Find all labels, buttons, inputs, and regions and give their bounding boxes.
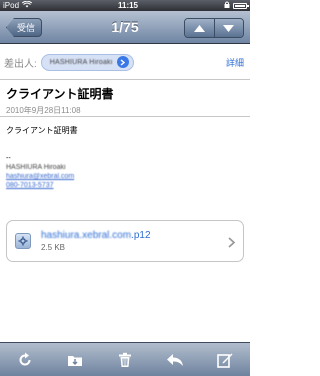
refresh-button[interactable]	[13, 348, 37, 372]
chevron-down-icon	[223, 24, 235, 32]
compose-icon	[217, 353, 233, 368]
gear-icon	[15, 233, 31, 249]
message-nav-control	[184, 18, 244, 38]
signature-separator: --	[6, 155, 11, 162]
attachment-filename: hashiura.xebral.com.p12	[41, 230, 151, 241]
status-right	[224, 1, 249, 10]
status-left: iPod	[3, 0, 33, 10]
sender-name: HASHIURA Hiroaki	[49, 58, 113, 66]
move-to-folder-button[interactable]	[63, 348, 87, 372]
attachment-text: hashiura.xebral.com.p12 2.5 KB	[41, 230, 151, 252]
reply-button[interactable]	[163, 348, 187, 372]
signature: -- HASHIURA Hiroaki hashiura@xebral.com …	[6, 154, 244, 190]
attachment-size: 2.5 KB	[41, 243, 66, 252]
reply-arrow-icon	[167, 353, 183, 366]
refresh-icon	[19, 352, 31, 365]
carrier-label: iPod	[3, 1, 20, 10]
attachment-item[interactable]: hashiura.xebral.com.p12 2.5 KB	[6, 220, 244, 262]
sender-row: 差出人: HASHIURA Hiroaki 詳細	[0, 45, 250, 80]
navigation-bar: 受信 1/75	[0, 11, 250, 44]
signature-phone-link[interactable]: 080-7013-5737	[6, 181, 244, 190]
wifi-icon	[21, 0, 33, 10]
attachment-filename-ext: .p12	[131, 230, 151, 241]
sender-label: 差出人:	[4, 58, 37, 70]
lock-icon	[224, 1, 230, 10]
message-subject: クライアント証明書	[6, 87, 114, 101]
signature-name: HASHIURA Hiroaki	[6, 164, 66, 171]
chevron-right-icon	[116, 56, 129, 68]
trash-icon	[119, 352, 131, 367]
message-date: 2010年9月28日11:08	[6, 106, 81, 115]
inbox-back-button[interactable]: 受信	[6, 18, 43, 37]
battery-icon	[232, 2, 249, 9]
folder-icon	[68, 355, 82, 366]
attachment-filename-base: hashiura.xebral.com	[41, 230, 132, 241]
clock: 11:15	[117, 1, 139, 10]
body-text: クライアント証明書	[6, 126, 78, 135]
next-message-button[interactable]	[213, 19, 243, 37]
signature-email-link[interactable]: hashiura@xebral.com	[6, 172, 244, 181]
chevron-up-icon	[193, 24, 205, 32]
message-counter: 1/75	[111, 19, 139, 35]
chevron-right-icon	[228, 235, 236, 253]
status-bar: iPod 11:15	[0, 0, 250, 11]
details-link[interactable]: 詳細	[226, 56, 244, 69]
bottom-toolbar	[0, 342, 250, 376]
previous-message-button[interactable]	[185, 19, 214, 37]
compose-button[interactable]	[213, 348, 237, 372]
message-body: クライアント証明書 -- HASHIURA Hiroaki hashiura@x…	[6, 125, 244, 190]
delete-button[interactable]	[113, 348, 137, 372]
subject-block: クライアント証明書 2010年9月28日11:08	[0, 81, 250, 117]
sender-chip[interactable]: HASHIURA Hiroaki	[40, 53, 134, 71]
